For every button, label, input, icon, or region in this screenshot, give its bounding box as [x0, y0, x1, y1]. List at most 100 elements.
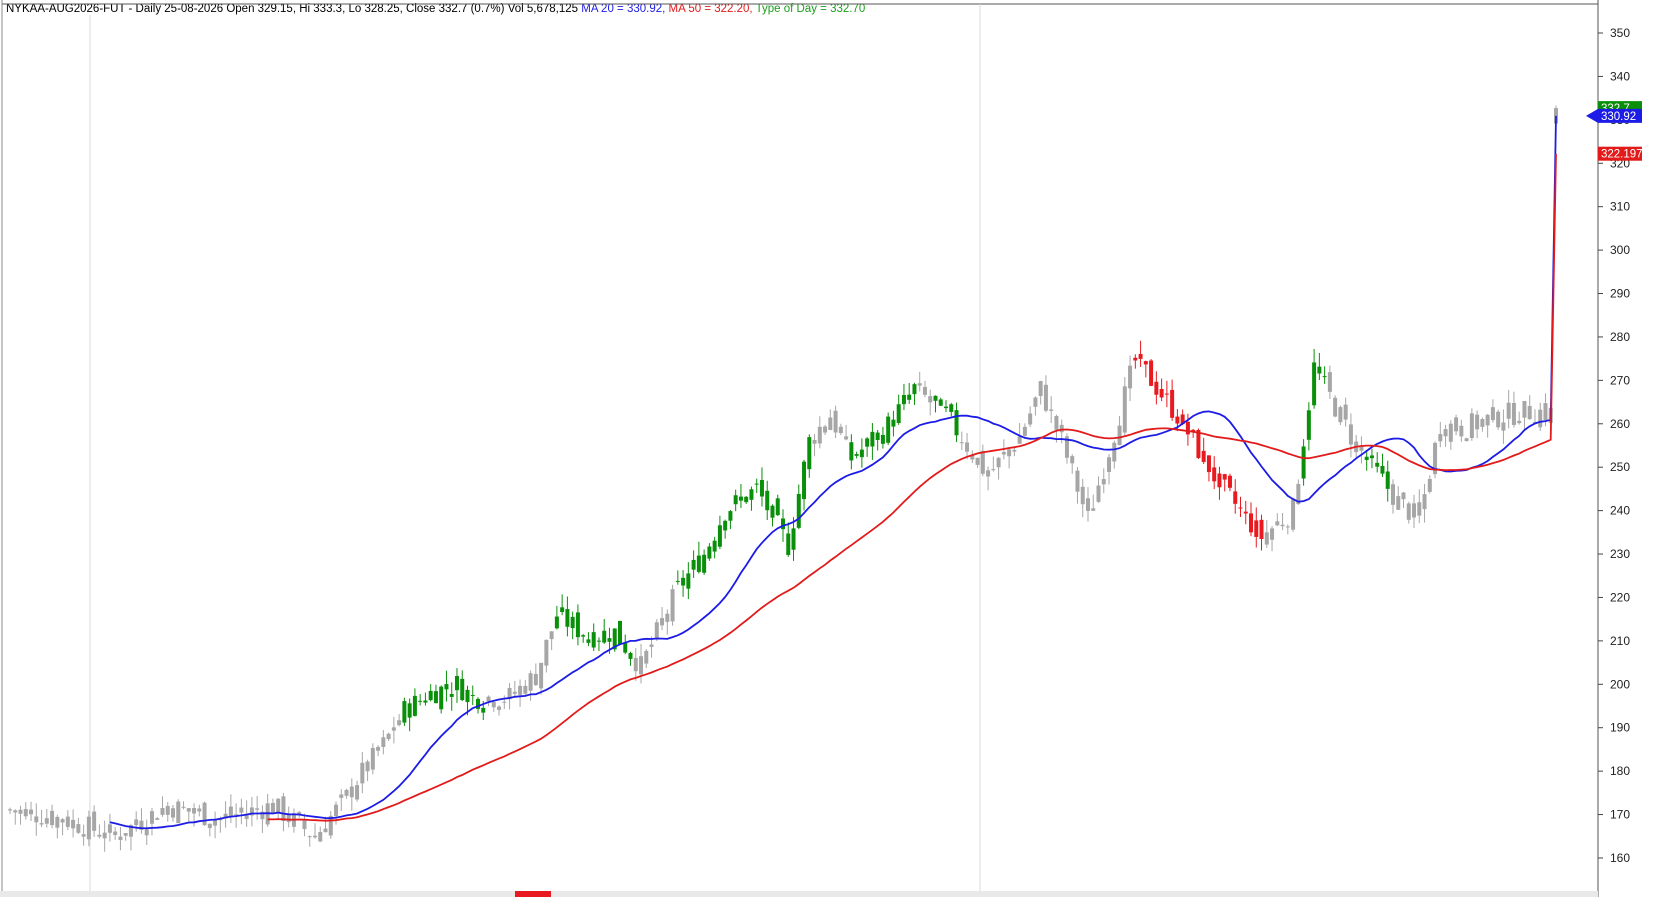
- candle-body: [1312, 362, 1317, 406]
- ma20-line: [109, 115, 1557, 830]
- candle-body: [423, 700, 428, 703]
- candle-body: [1080, 486, 1085, 505]
- ma50-tag-text: 322.197: [1601, 149, 1643, 161]
- candle-body: [660, 618, 665, 626]
- candle-body: [1322, 376, 1327, 378]
- bottom-strip-marker: [515, 891, 551, 897]
- y-tick-label: 190: [1610, 721, 1630, 735]
- candle-body: [633, 657, 638, 672]
- candle-body: [1280, 524, 1285, 527]
- candle-body: [71, 819, 76, 829]
- candle-body: [1270, 528, 1275, 540]
- candle-body: [786, 533, 791, 555]
- candle-body: [959, 442, 964, 444]
- candle-body: [623, 643, 628, 653]
- candle-body: [1511, 402, 1516, 425]
- candle-body: [681, 577, 686, 586]
- candle-body: [1517, 420, 1522, 424]
- candle-body: [1059, 424, 1064, 433]
- candle-body: [1185, 421, 1190, 435]
- candle-body: [349, 786, 354, 798]
- y-tick-label: 310: [1610, 200, 1630, 214]
- candle-body: [171, 808, 176, 818]
- candle-body: [454, 675, 459, 691]
- candle-body: [86, 816, 91, 840]
- candle-body: [1538, 409, 1543, 428]
- candle-body: [1101, 479, 1106, 485]
- candle-body: [465, 689, 470, 703]
- candle-body: [996, 457, 1001, 468]
- candle-body: [1348, 424, 1353, 445]
- candle-body: [607, 638, 612, 642]
- candle-body: [344, 789, 349, 796]
- candle-body: [281, 796, 286, 822]
- candle-body: [1227, 475, 1232, 488]
- candle-body: [449, 693, 454, 697]
- price-chart[interactable]: 160 170 180 190 200 210 220 230 240 250 260 270 280 2…: [0, 0, 1658, 897]
- candle-body: [1454, 417, 1459, 432]
- candle-body: [1396, 496, 1401, 510]
- candle-body: [486, 696, 491, 702]
- candle-body: [1149, 360, 1154, 386]
- candle-body: [1054, 416, 1059, 430]
- chart-root: NYKAA-AUG2026-FUT - Daily 25-08-2026 Ope…: [0, 0, 1658, 897]
- candle-body: [1022, 426, 1027, 436]
- candle-body: [980, 450, 985, 474]
- candle-body: [1249, 513, 1254, 533]
- candle-body: [649, 644, 654, 647]
- candle-body: [239, 807, 244, 813]
- candle-body: [165, 806, 170, 815]
- candle-body: [1038, 381, 1043, 397]
- candle-body: [707, 546, 712, 559]
- candle-body: [859, 449, 864, 458]
- candle-body: [444, 684, 449, 690]
- y-tick-label: 180: [1610, 764, 1630, 778]
- candle-body: [596, 640, 601, 642]
- candle-body: [791, 528, 796, 550]
- candle-body: [807, 437, 812, 470]
- candle-body: [554, 616, 559, 629]
- candle-body: [428, 690, 433, 701]
- candle-body: [917, 383, 922, 386]
- ma50-line: [267, 153, 1557, 822]
- candle-body: [639, 656, 644, 675]
- candle-body: [1469, 413, 1474, 438]
- candle-body: [1096, 485, 1101, 502]
- candle-body: [1233, 491, 1238, 504]
- candle-body: [397, 720, 402, 726]
- candle-body: [781, 518, 785, 530]
- candle-body: [1107, 457, 1112, 472]
- candle-body: [1017, 436, 1022, 444]
- y-tick-label: 240: [1610, 504, 1630, 518]
- candle-body: [823, 426, 828, 433]
- candle-body: [302, 819, 307, 830]
- candle-body: [460, 678, 465, 701]
- candle-body: [1443, 429, 1448, 437]
- candle-body: [565, 609, 570, 627]
- candle-body: [802, 461, 807, 500]
- candle-body: [1238, 507, 1243, 509]
- candle-body: [901, 395, 906, 405]
- candle-body: [1291, 499, 1296, 530]
- candle-body: [928, 396, 933, 403]
- candle-body: [1338, 407, 1343, 423]
- candle-body: [1112, 442, 1117, 462]
- candle-body: [686, 573, 691, 589]
- candle-body: [255, 808, 260, 810]
- candle-body: [365, 761, 370, 772]
- ma20-tag-pointer: [1586, 108, 1598, 123]
- candle-body: [933, 395, 938, 401]
- candle-body: [828, 417, 833, 431]
- candle-body: [181, 806, 186, 808]
- candle-body: [975, 457, 980, 465]
- candle-body: [1049, 409, 1054, 411]
- candle-body: [381, 737, 386, 747]
- candle-body: [1401, 492, 1406, 500]
- candle-body: [155, 818, 160, 820]
- candle-body: [134, 819, 139, 826]
- candle-body: [1417, 502, 1422, 516]
- candle-body: [817, 426, 822, 444]
- y-tick-label: 210: [1610, 634, 1630, 648]
- candle-body: [833, 410, 838, 433]
- y-tick-label: 250: [1610, 460, 1630, 474]
